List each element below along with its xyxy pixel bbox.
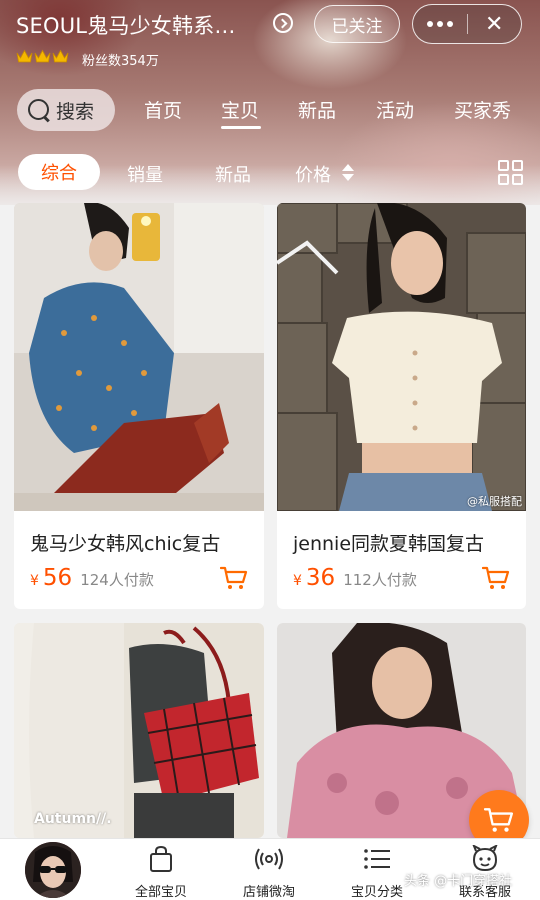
list-icon xyxy=(364,849,390,869)
close-icon[interactable]: ✕ xyxy=(467,5,521,43)
price-row: ¥ 56 124人付款 xyxy=(30,565,154,591)
grid-view-icon[interactable] xyxy=(498,160,523,185)
crown-icon xyxy=(16,49,33,63)
sort-new[interactable]: 新品 xyxy=(215,161,251,187)
tab-events[interactable]: 活动 xyxy=(376,96,414,123)
tab-items[interactable]: 宝贝 xyxy=(221,96,259,123)
product-title[interactable]: jennie同款夏韩国复古 xyxy=(293,529,484,556)
add-to-cart-icon[interactable] xyxy=(482,565,510,591)
sort-sales[interactable]: 销量 xyxy=(127,161,163,187)
all-items-label: 全部宝贝 xyxy=(134,885,187,900)
product-title[interactable]: 鬼马少女韩风chic复古 xyxy=(30,529,220,556)
tab-new[interactable]: 新品 xyxy=(298,96,336,123)
service-face-icon xyxy=(472,845,498,872)
product-card[interactable]: 鬼马少女韩风chic复古 ¥ 56 124人付款 xyxy=(14,203,264,609)
shopping-bag-icon xyxy=(150,845,172,872)
product-image[interactable] xyxy=(14,203,264,511)
shop-avatar[interactable] xyxy=(25,842,81,898)
currency-symbol: ¥ xyxy=(30,573,39,589)
source-watermark: 头条 @卡门穿搭社 xyxy=(404,874,513,889)
tab-home[interactable]: 首页 xyxy=(144,96,182,123)
fans-count: 粉丝数354万 xyxy=(82,54,159,69)
product-image[interactable]: Autumn//. xyxy=(14,623,264,838)
product-card[interactable]: Autumn//. xyxy=(14,623,264,838)
search-icon xyxy=(26,97,52,123)
crown-icon xyxy=(52,49,69,63)
active-tab-indicator xyxy=(221,126,261,129)
sort-arrows-icon[interactable] xyxy=(342,161,354,183)
tab-buyer-show[interactable]: 买家秀 xyxy=(454,96,511,123)
price-row: ¥ 36 112人付款 xyxy=(293,565,417,591)
photo-caption: Autumn//. xyxy=(34,811,112,827)
more-options-icon[interactable] xyxy=(413,5,467,43)
shop-feed-label: 店铺微淘 xyxy=(242,885,295,900)
crown-icon xyxy=(34,49,51,63)
search-label: 搜索 xyxy=(56,100,95,123)
sold-count: 112人付款 xyxy=(343,571,417,589)
mini-program-capsule: ✕ xyxy=(412,4,522,44)
sort-overall[interactable]: 综合 xyxy=(18,154,100,190)
follow-button[interactable]: 已关注 xyxy=(314,5,400,43)
all-items-button[interactable]: 全部宝贝 xyxy=(116,845,206,900)
product-image[interactable]: @私服搭配 xyxy=(277,203,526,511)
add-to-cart-icon[interactable] xyxy=(220,565,248,591)
shop-info-arrow-icon[interactable] xyxy=(273,13,293,33)
cart-icon xyxy=(484,808,514,832)
product-price: 56 xyxy=(42,565,73,591)
shop-bottom-bar: 全部宝贝 店铺微淘 宝贝分类 联系客服 xyxy=(0,838,540,900)
shop-name[interactable]: SEOUL鬼马少女韩系… xyxy=(16,10,236,40)
photo-watermark: @私服搭配 xyxy=(467,495,522,508)
sort-price[interactable]: 价格 xyxy=(295,161,331,187)
broadcast-icon xyxy=(255,848,283,870)
currency-symbol: ¥ xyxy=(293,573,302,589)
product-price: 36 xyxy=(305,565,336,591)
shop-rating-crowns xyxy=(16,49,69,64)
sold-count: 124人付款 xyxy=(80,571,154,589)
product-card[interactable]: @私服搭配 jennie同款夏韩国复古 ¥ 36 112人付款 xyxy=(277,203,526,609)
shop-feed-button[interactable]: 店铺微淘 xyxy=(224,845,314,900)
search-button[interactable]: 搜索 xyxy=(17,89,115,131)
